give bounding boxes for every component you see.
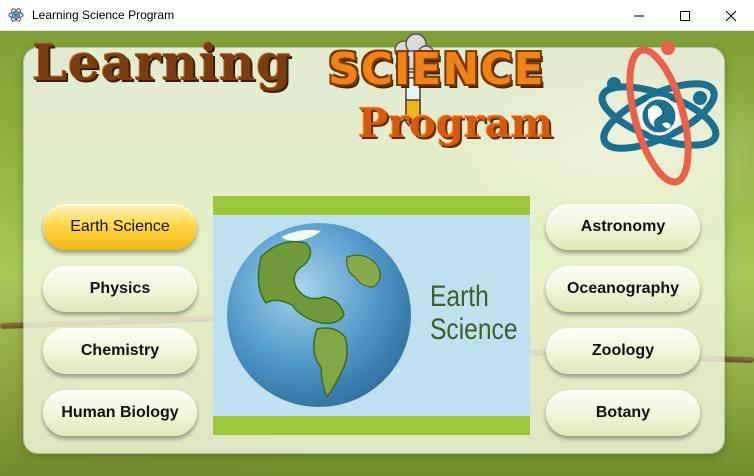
minimize-icon (634, 15, 644, 16)
physics-label: Physics (89, 280, 151, 297)
maximize-button[interactable] (662, 0, 708, 31)
chemistry-label: Chemistry (80, 342, 160, 359)
atom-globe-logo-icon (598, 41, 720, 186)
close-icon (726, 10, 736, 21)
botany-label: Botany (595, 404, 651, 421)
zoology-button[interactable]: Zoology (546, 328, 700, 374)
preview-title-line1: Earth (430, 280, 489, 313)
zoology-label: Zoology (591, 342, 655, 359)
maximize-icon (680, 10, 690, 21)
botany-button[interactable]: Botany (546, 390, 700, 436)
logo-word-program: Program (358, 100, 554, 147)
preview-title-line2: Science (430, 313, 518, 346)
logo-word-science: SCIENCE (328, 44, 545, 95)
close-button[interactable] (708, 0, 754, 31)
minimize-button[interactable] (616, 0, 662, 31)
chemistry-button[interactable]: Chemistry (43, 328, 197, 374)
window-title: Learning Science Program (32, 8, 175, 22)
astronomy-button[interactable]: Astronomy (546, 204, 700, 250)
earth-science-label: Earth Science (70, 218, 170, 235)
oceanography-label: Oceanography (566, 280, 680, 297)
earth-science-button[interactable]: Earth Science (43, 204, 197, 250)
logo-word-learning: Learning (32, 33, 293, 92)
oceanography-button[interactable]: Oceanography (546, 266, 700, 312)
subject-preview-image: Earth Science (213, 196, 530, 435)
human-biology-button[interactable]: Human Biology (43, 390, 197, 436)
human-biology-label: Human Biology (61, 404, 179, 421)
physics-button[interactable]: Physics (43, 266, 197, 312)
astronomy-label: Astronomy (580, 218, 666, 235)
earth-globe-icon (227, 223, 411, 407)
title-bar: Learning Science Program (0, 0, 754, 31)
atom-icon (8, 8, 24, 22)
